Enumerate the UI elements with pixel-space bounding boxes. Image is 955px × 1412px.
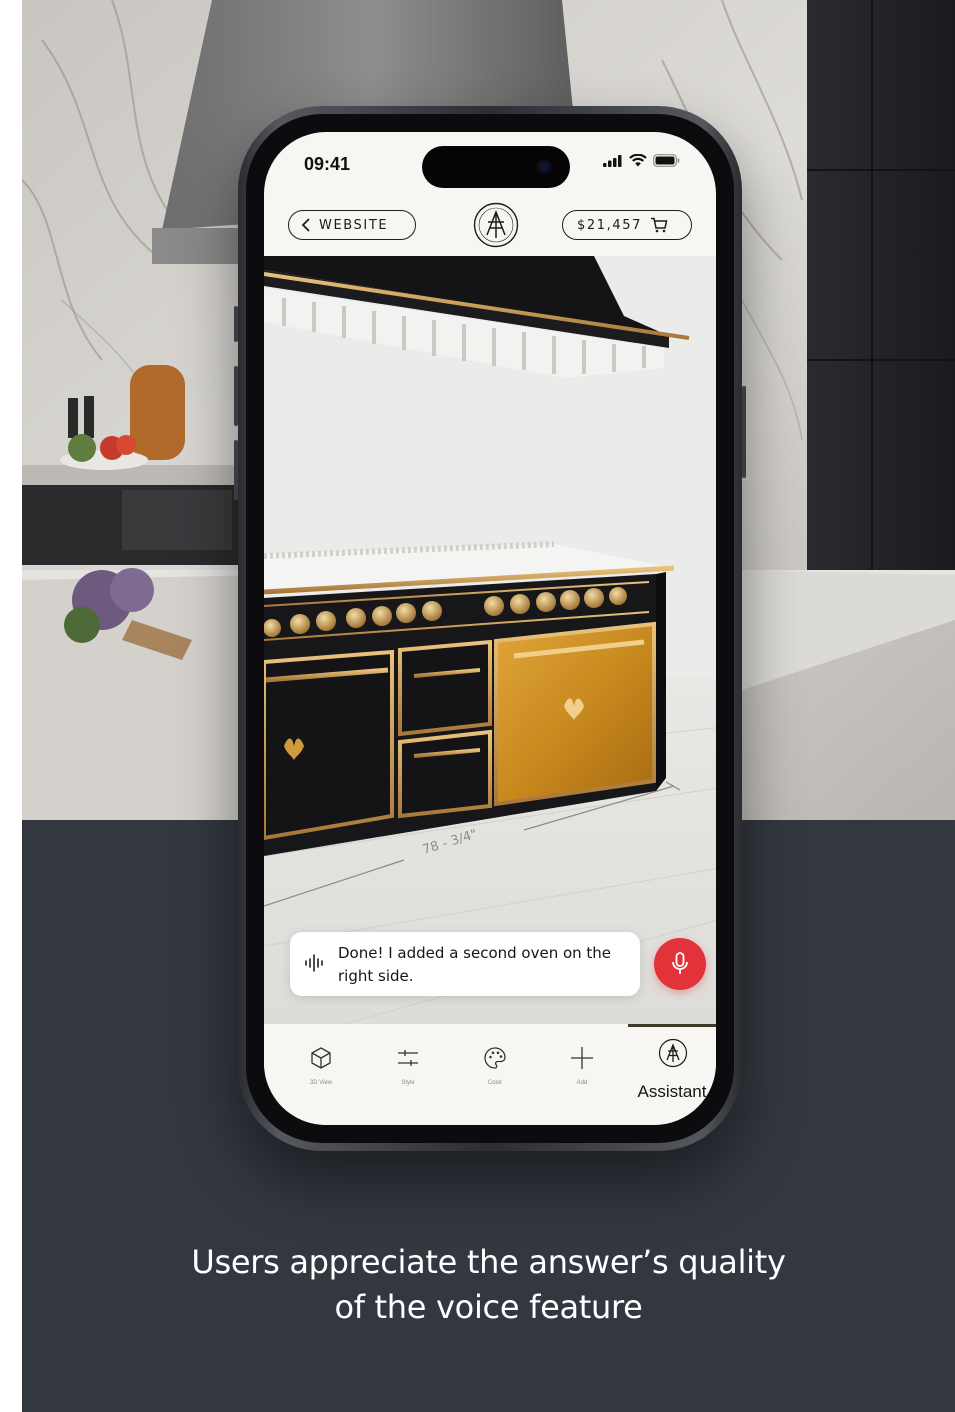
voice-waveform-icon xyxy=(305,954,323,972)
voice-mic-button[interactable] xyxy=(654,938,706,990)
brand-monogram-icon[interactable] xyxy=(473,202,519,248)
assistant-message-text: Done! I added a second oven on the right… xyxy=(338,944,612,985)
wifi-icon xyxy=(629,154,647,167)
volume-up-button xyxy=(234,366,238,426)
bottom-tab-bar: 3D View Style Color Add Assistant xyxy=(264,1024,716,1125)
tab-color-label: Color xyxy=(487,1080,503,1086)
sliders-icon xyxy=(398,1050,418,1066)
power-button xyxy=(742,386,746,478)
chevron-left-icon xyxy=(301,218,310,232)
tab-add-label: Add xyxy=(576,1080,588,1086)
signal-icon xyxy=(603,154,622,167)
microphone-icon xyxy=(672,952,688,974)
caption-text: Users appreciate the answer’s quality of… xyxy=(22,1240,955,1330)
tab-style-label: Style xyxy=(401,1080,415,1086)
dynamic-island xyxy=(422,146,570,188)
tab-assistant[interactable]: Assistant xyxy=(629,1024,715,1104)
back-to-website-button[interactable]: WEBSITE xyxy=(288,210,416,240)
back-to-website-label: WEBSITE xyxy=(319,217,389,233)
status-icons xyxy=(603,154,680,167)
tab-add[interactable]: Add xyxy=(539,1024,625,1104)
battery-icon xyxy=(653,154,680,167)
brand-monogram-icon xyxy=(658,1038,688,1068)
cart-total: $21,457 xyxy=(577,217,642,233)
plus-icon xyxy=(571,1047,593,1069)
cart-icon xyxy=(650,217,668,233)
phone-bezel: 09:41 WEBSITE $21,457 78 - 3/4" Done! I … xyxy=(246,114,734,1143)
status-time: 09:41 xyxy=(304,154,351,174)
phone-mockup: 09:41 WEBSITE $21,457 78 - 3/4" Done! I … xyxy=(234,106,746,1151)
app-screen: 09:41 WEBSITE $21,457 78 - 3/4" Done! I … xyxy=(264,132,716,1125)
slide-background: 09:41 WEBSITE $21,457 78 - 3/4" Done! I … xyxy=(22,0,955,1412)
caption-line-2: of the voice feature xyxy=(334,1288,643,1326)
tab-style[interactable]: Style xyxy=(365,1024,451,1104)
volume-down-button xyxy=(234,440,238,500)
tab-color[interactable]: Color xyxy=(452,1024,538,1104)
palette-icon xyxy=(484,1047,506,1069)
front-camera xyxy=(536,159,552,175)
tab-3d-view-label: 3D View xyxy=(309,1080,333,1086)
range-3d-render: 78 - 3/4" xyxy=(264,256,716,1024)
tab-assistant-label: Assistant xyxy=(637,1082,707,1101)
caption-line-1: Users appreciate the answer’s quality xyxy=(191,1243,786,1281)
cart-button[interactable]: $21,457 xyxy=(562,210,692,240)
cube-icon xyxy=(311,1047,331,1069)
configurator-3d-view[interactable]: 78 - 3/4" xyxy=(264,256,716,1024)
action-button xyxy=(234,306,238,342)
assistant-message-bubble: Done! I added a second oven on the right… xyxy=(290,932,640,996)
tab-3d-view[interactable]: 3D View xyxy=(278,1024,364,1104)
